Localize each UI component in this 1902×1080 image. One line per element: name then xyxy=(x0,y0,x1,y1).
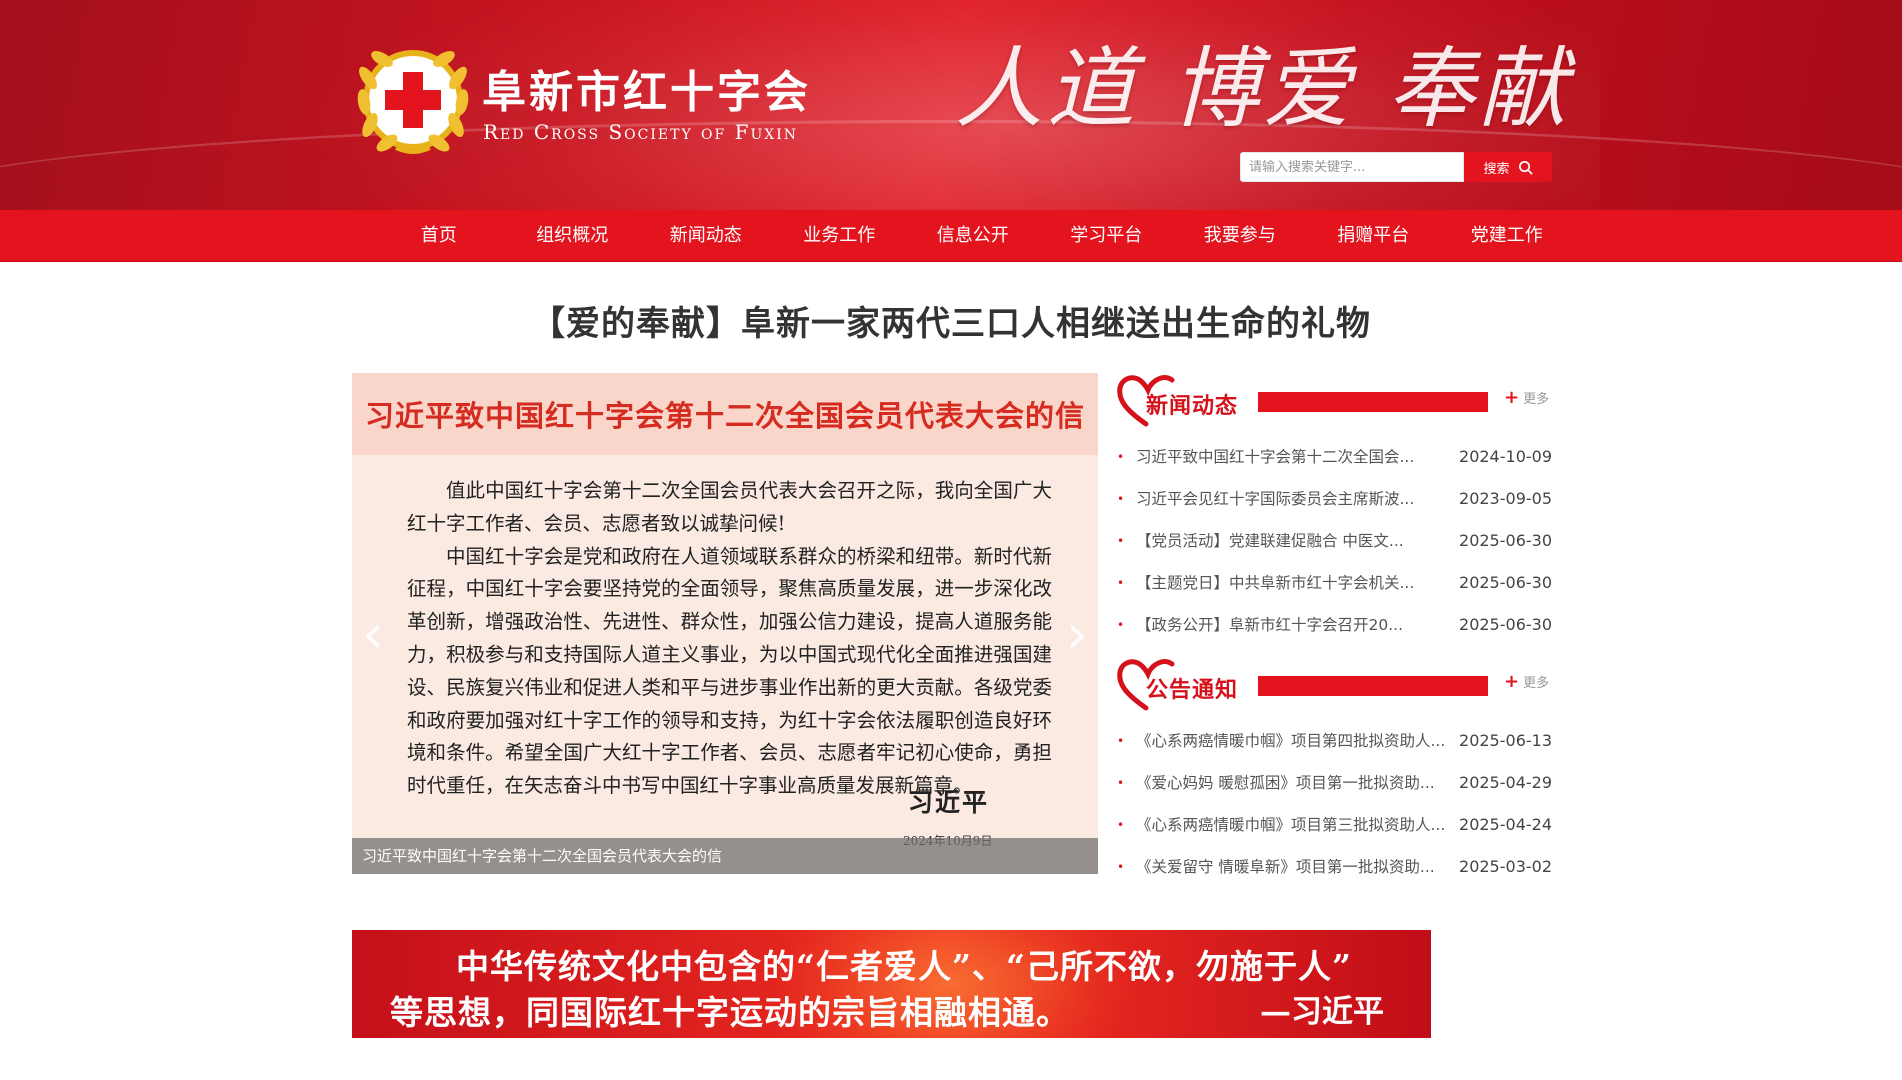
nav-item-participate[interactable]: 我要参与 xyxy=(1173,210,1307,262)
bullet-icon: • xyxy=(1117,734,1125,748)
list-item-title[interactable]: 《爱心妈妈 暖慰孤困》项目第一批拟资助... xyxy=(1136,762,1454,804)
list-item-title[interactable]: 《心系两癌情暖巾帼》项目第四批拟资助人... xyxy=(1136,720,1454,762)
notice-list: • 《心系两癌情暖巾帼》项目第四批拟资助人... 2025-06-13 • 《爱心妈妈… xyxy=(1116,720,1552,888)
notice-panel: 公告通知 + 更多 • 《心系两癌情暖巾帼》项目第四批拟资助人... 2025-06… xyxy=(1116,656,1552,888)
list-item-title[interactable]: 《关爱留守 情暖阜新》项目第一批拟资助... xyxy=(1136,846,1454,888)
list-item-date: 2025-06-30 xyxy=(1459,615,1552,634)
search-bar: 搜索 xyxy=(1240,152,1552,182)
news-more-link[interactable]: + 更多 xyxy=(1504,388,1549,407)
list-item[interactable]: • 习近平会见红十字国际委员会主席斯波... 2023-09-05 xyxy=(1116,478,1552,520)
banner-quote-line: 等思想，同国际红十字运动的宗旨相融相通。 xyxy=(390,993,1070,1032)
list-item-date: 2025-06-30 xyxy=(1459,531,1552,550)
banner-quote-line: 中华传统文化中包含的“仁者爱人”、“己所不欲，勿施于人” xyxy=(456,947,1352,986)
quote-banner[interactable]: 中华传统文化中包含的“仁者爱人”、“己所不欲，勿施于人” 等思想，同国际红十字运… xyxy=(352,930,1431,1038)
list-item[interactable]: • 《爱心妈妈 暖慰孤困》项目第一批拟资助... 2025-04-29 xyxy=(1116,762,1552,804)
plus-icon: + xyxy=(1504,386,1520,408)
list-item-date: 2025-03-02 xyxy=(1459,857,1552,876)
letter-body: 值此中国红十字会第十二次全国会员代表大会召开之际，我向全国广大红十字工作者、会员… xyxy=(407,475,1052,803)
list-item-title[interactable]: 【主题党日】中共阜新市红十字会机关... xyxy=(1136,562,1454,604)
nav-item-donation[interactable]: 捐赠平台 xyxy=(1307,210,1441,262)
notice-panel-title: 公告通知 xyxy=(1146,678,1239,703)
list-item[interactable]: • 《心系两癌情暖巾帼》项目第三批拟资助人... 2025-04-24 xyxy=(1116,804,1552,846)
list-item[interactable]: • 《心系两癌情暖巾帼》项目第四批拟资助人... 2025-06-13 xyxy=(1116,720,1552,762)
notice-panel-bar xyxy=(1258,676,1488,696)
slider-next-button[interactable]: › xyxy=(1060,605,1094,665)
nav-item-home[interactable]: 首页 xyxy=(372,210,506,262)
list-item-title[interactable]: 习近平会见红十字国际委员会主席斯波... xyxy=(1136,478,1454,520)
nav-item-business[interactable]: 业务工作 xyxy=(773,210,907,262)
org-name-cn[interactable]: 阜新市红十字会 xyxy=(482,56,811,120)
letter-signature: 习近平 xyxy=(908,788,990,817)
list-item-date: 2023-09-05 xyxy=(1459,489,1552,508)
bullet-icon: • xyxy=(1117,534,1125,548)
bullet-icon: • xyxy=(1117,450,1125,464)
plus-icon: + xyxy=(1504,670,1520,692)
nav-item-disclosure[interactable]: 信息公开 xyxy=(906,210,1040,262)
list-item-title[interactable]: 【政务公开】阜新市红十字会召开20... xyxy=(1136,604,1454,646)
list-item[interactable]: • 【主题党日】中共阜新市红十字会机关... 2025-06-30 xyxy=(1116,562,1552,604)
list-item[interactable]: • 【政务公开】阜新市红十字会召开20... 2025-06-30 xyxy=(1116,604,1552,646)
notice-more-link[interactable]: + 更多 xyxy=(1504,672,1549,691)
header-wave xyxy=(0,120,1902,210)
list-item[interactable]: • 习近平致中国红十字会第十二次全国会... 2024-10-09 xyxy=(1116,436,1552,478)
news-panel-header: 新闻动态 + 更多 xyxy=(1116,372,1552,428)
letter-title: 习近平致中国红十字会第十二次全国会员代表大会的信 xyxy=(352,373,1098,455)
header-slogan: 人道 博爱 奉献 xyxy=(955,37,1571,140)
notice-panel-header: 公告通知 + 更多 xyxy=(1116,656,1552,712)
search-icon xyxy=(1518,160,1532,174)
headline-link[interactable]: 【爱的奉献】阜新一家两代三口人相继送出生命的礼物 xyxy=(0,296,1902,345)
list-item-date: 2025-04-29 xyxy=(1459,773,1552,792)
slider-prev-button[interactable]: ‹ xyxy=(356,605,390,665)
org-name-en[interactable]: Red Cross Society of Fuxin xyxy=(483,120,798,144)
bullet-icon: • xyxy=(1117,492,1125,506)
search-input[interactable] xyxy=(1240,152,1464,182)
main-nav: 首页 组织概况 新闻动态 业务工作 信息公开 学习平台 我要参与 捐赠平台 党建… xyxy=(0,210,1902,262)
search-button-label: 搜索 xyxy=(1483,161,1510,177)
bullet-icon: • xyxy=(1117,576,1125,590)
list-item-date: 2025-06-30 xyxy=(1459,573,1552,592)
list-item-date: 2024-10-09 xyxy=(1459,447,1552,466)
list-item-date: 2025-06-13 xyxy=(1459,731,1552,750)
news-panel-bar xyxy=(1258,392,1488,412)
nav-item-learning[interactable]: 学习平台 xyxy=(1040,210,1174,262)
list-item[interactable]: • 《关爱留守 情暖阜新》项目第一批拟资助... 2025-03-02 xyxy=(1116,846,1552,888)
news-panel-title: 新闻动态 xyxy=(1146,394,1239,419)
notice-more-label: 更多 xyxy=(1523,676,1550,691)
nav-item-organization[interactable]: 组织概况 xyxy=(506,210,640,262)
news-list: • 习近平致中国红十字会第十二次全国会... 2024-10-09 • 习近平会见红十… xyxy=(1116,436,1552,646)
letter-paragraph: 中国红十字会是党和政府在人道领域联系群众的桥梁和纽带。新时代新征程，中国红十字会… xyxy=(407,544,1052,798)
bullet-icon: • xyxy=(1117,818,1125,832)
list-item[interactable]: • 【党员活动】党建联建促融合 中医文... 2025-06-30 xyxy=(1116,520,1552,562)
bullet-icon: • xyxy=(1117,776,1125,790)
search-button[interactable]: 搜索 xyxy=(1464,152,1552,182)
news-more-label: 更多 xyxy=(1523,392,1550,407)
image-slider[interactable]: 习近平致中国红十字会第十二次全国会员代表大会的信 值此中国红十字会第十二次全国会… xyxy=(352,373,1098,874)
news-panel: 新闻动态 + 更多 • 习近平致中国红十字会第十二次全国会... 2024-10-0… xyxy=(1116,372,1552,646)
slider-caption[interactable]: 习近平致中国红十字会第十二次全国会员代表大会的信 xyxy=(352,838,1098,874)
red-cross-emblem-icon[interactable] xyxy=(352,42,474,158)
banner-author: —习近平 xyxy=(1260,994,1384,1030)
list-item-title[interactable]: 《心系两癌情暖巾帼》项目第三批拟资助人... xyxy=(1136,804,1454,846)
list-item-title[interactable]: 习近平致中国红十字会第十二次全国会... xyxy=(1136,436,1454,478)
site-header: 阜新市红十字会 Red Cross Society of Fuxin 人道 博爱… xyxy=(0,0,1902,210)
nav-item-news[interactable]: 新闻动态 xyxy=(639,210,773,262)
list-item-date: 2025-04-24 xyxy=(1459,815,1552,834)
letter-paragraph: 值此中国红十字会第十二次全国会员代表大会召开之际，我向全国广大红十字工作者、会员… xyxy=(407,479,1052,535)
bullet-icon: • xyxy=(1117,860,1125,874)
nav-item-party[interactable]: 党建工作 xyxy=(1440,210,1574,262)
list-item-title[interactable]: 【党员活动】党建联建促融合 中医文... xyxy=(1136,520,1454,562)
bullet-icon: • xyxy=(1117,618,1125,632)
